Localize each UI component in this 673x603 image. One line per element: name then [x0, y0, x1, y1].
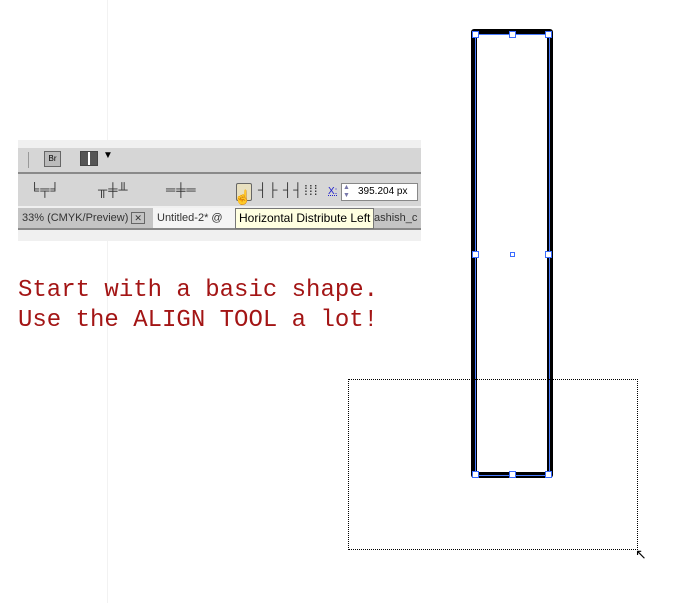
tab-ashish[interactable]: ashish_c	[370, 208, 421, 228]
stepper-icon[interactable]: ▲ ▼	[343, 184, 353, 200]
handle-middle-right[interactable]	[545, 251, 552, 258]
tab-untitled-2[interactable]: Untitled-2* @	[153, 208, 241, 228]
x-field[interactable]: ▲ ▼ 395.204 px	[341, 183, 418, 201]
distribute-vertical-icon[interactable]: ═╪═	[166, 182, 197, 197]
tab-label: ashish_c	[374, 212, 418, 224]
hand-cursor-icon: ☝	[234, 189, 252, 205]
handle-top-left[interactable]	[472, 31, 479, 38]
close-icon[interactable]: ✕	[131, 212, 145, 224]
tab-label: Untitled-2* @	[157, 212, 223, 224]
align-left-edges-icon[interactable]: ╘╤╛	[30, 182, 61, 197]
note-line-1: Start with a basic shape.	[18, 277, 379, 304]
toolbar-screenshot: Br ▼ ╘╤╛ ╥╪╨ ═╪═ ┤├ ┤┤ ⁞⁞⁞ X: ▲ ▼ 395.204…	[18, 140, 421, 241]
marquee-selection	[348, 379, 638, 550]
handle-top-right[interactable]	[545, 31, 552, 38]
arrange-documents-icon[interactable]	[80, 151, 98, 166]
tooltip: Horizontal Distribute Left	[235, 208, 375, 229]
horizontal-distribute-icons[interactable]: ┤├ ┤┤	[258, 182, 303, 197]
reference-point-icon[interactable]: ⁞⁞⁞	[304, 182, 319, 198]
x-label: X:	[328, 186, 338, 197]
align-vertical-centers-icon[interactable]: ╥╪╨	[98, 182, 129, 197]
handle-top-center[interactable]	[509, 31, 516, 38]
divider	[28, 152, 29, 168]
options-bar: ╘╤╛ ╥╪╨ ═╪═ ┤├ ┤┤ ⁞⁞⁞ X: ▲ ▼ 395.204 px	[18, 174, 421, 206]
x-value[interactable]: 395.204 px	[358, 186, 408, 197]
arrow-cursor-icon: ↖	[635, 546, 647, 562]
handle-middle-left[interactable]	[472, 251, 479, 258]
chevron-down-icon[interactable]: ▼	[103, 150, 113, 161]
note-line-2: Use the ALIGN TOOL a lot!	[18, 307, 379, 334]
center-point	[510, 252, 515, 257]
application-bar: Br ▼	[18, 148, 421, 174]
tab-cmyk-preview[interactable]: 33% (CMYK/Preview) ✕	[18, 208, 149, 228]
tab-label: 33% (CMYK/Preview)	[22, 212, 129, 224]
bridge-button[interactable]: Br	[44, 151, 61, 167]
